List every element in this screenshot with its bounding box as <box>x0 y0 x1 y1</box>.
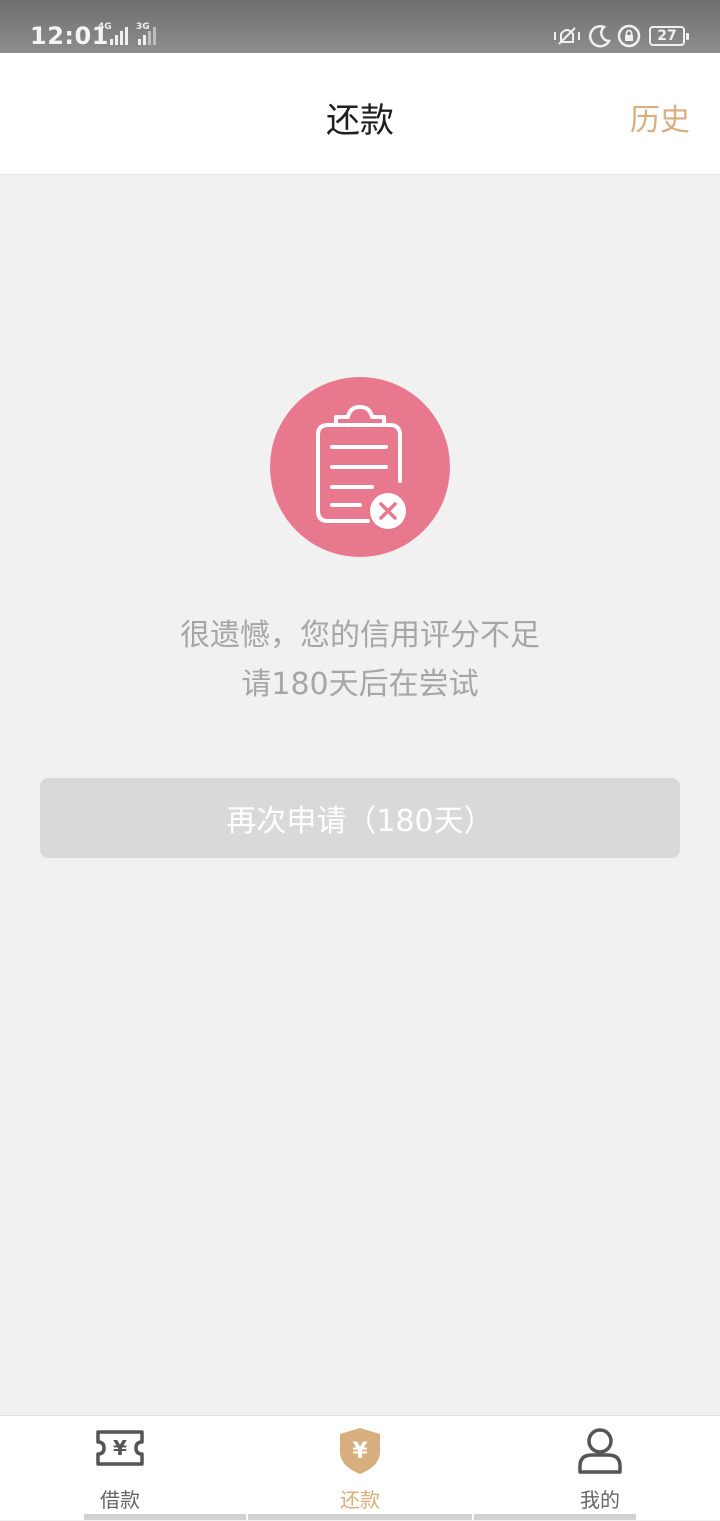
vibrate-icon <box>552 24 582 52</box>
network-4g-label: 4G <box>98 22 112 32</box>
nav-indicator-right <box>474 1514 636 1520</box>
message-line-2: 请180天后在尝试 <box>241 667 479 702</box>
rejected-document-icon <box>270 377 450 557</box>
signal-4g-icon: 4G <box>98 22 132 52</box>
message-line-1: 很遗憾，您的信用评分不足 <box>180 618 540 653</box>
battery-icon: 27 <box>649 26 689 46</box>
loan-ticket-icon: ¥ <box>0 1426 240 1476</box>
network-3g-label: 3G <box>136 22 150 32</box>
svg-text:¥: ¥ <box>352 1439 368 1464</box>
reapply-button[interactable]: 再次申请（180天） <box>40 778 680 858</box>
history-link[interactable]: 历史 <box>630 95 690 139</box>
app-bar: 还款 历史 <box>0 53 720 175</box>
tab-loan[interactable]: ¥ 借款 <box>0 1416 240 1521</box>
moon-icon <box>588 24 612 52</box>
nav-indicator-center <box>248 1514 472 1520</box>
tab-loan-label: 借款 <box>100 1488 140 1512</box>
svg-text:¥: ¥ <box>113 1436 127 1460</box>
status-bar: 12:01 4G 3G 27 <box>0 0 720 53</box>
bottom-tab-bar: ¥ 借款 ¥ 还款 我的 <box>0 1415 720 1520</box>
person-icon <box>480 1426 720 1476</box>
repay-shield-icon: ¥ <box>240 1426 480 1476</box>
tab-mine[interactable]: 我的 <box>480 1416 720 1521</box>
tab-mine-label: 我的 <box>580 1488 620 1512</box>
signal-3g-icon: 3G <box>136 22 162 52</box>
page-title: 还款 <box>326 101 394 141</box>
tab-repay[interactable]: ¥ 还款 <box>240 1416 480 1521</box>
nav-indicator-left <box>84 1514 246 1520</box>
rotation-lock-icon <box>617 24 641 52</box>
tab-repay-label: 还款 <box>340 1488 380 1512</box>
